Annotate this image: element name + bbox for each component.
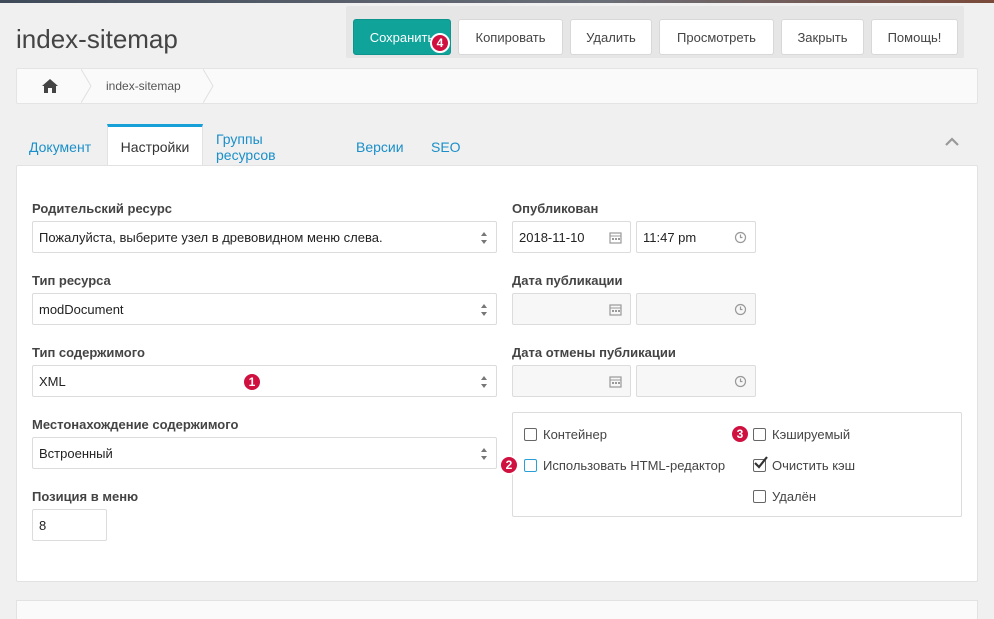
deleted-checkbox[interactable] [753,490,766,503]
cacheable-checkbox-row[interactable]: Кэшируемый [753,427,850,442]
parent-label: Родительский ресурс [32,201,172,216]
deleted-checkbox-label: Удалён [772,489,817,504]
content-type-value: XML [39,373,66,389]
unpub-time-input[interactable] [636,365,756,397]
home-icon [42,79,58,93]
pub-date-input[interactable] [512,293,631,325]
disposition-select[interactable]: Встроенный [32,437,497,469]
container-checkbox[interactable] [524,428,537,441]
pub-date-label: Дата публикации [512,273,623,288]
container-checkbox-label: Контейнер [543,427,607,442]
chevron-up-icon[interactable] [944,137,960,147]
published-time-input[interactable]: 11:47 pm [636,221,756,253]
preview-button[interactable]: Просмотреть [659,19,774,55]
calendar-icon[interactable] [609,303,622,316]
copy-button[interactable]: Копировать [458,19,563,55]
clock-icon[interactable] [734,303,747,316]
richtext-checkbox-label: Использовать HTML-редактор [543,458,726,473]
clock-icon[interactable] [734,231,747,244]
type-select[interactable]: modDocument [32,293,497,325]
tab-resource-groups[interactable]: Группы ресурсов [216,124,276,166]
menuindex-input[interactable]: 8 [32,509,107,541]
delete-button[interactable]: Удалить [570,19,652,55]
annotation-badge-1: 1 [242,372,262,392]
unpub-date-input[interactable] [512,365,631,397]
top-accent-line [0,0,994,3]
next-panel [16,600,978,619]
published-date-value: 2018-11-10 [519,229,585,245]
select-arrows-icon [481,232,487,244]
breadcrumb-separator [81,69,92,103]
unpub-date-label: Дата отмены публикации [512,345,676,360]
richtext-checkbox-row[interactable]: Использовать HTML-редактор [524,458,725,473]
select-arrows-icon [481,304,487,316]
checkmark-icon [754,456,768,469]
type-label: Тип ресурса [32,273,111,288]
richtext-checkbox[interactable] [524,459,537,472]
select-arrows-icon [481,376,487,388]
disposition-label: Местонахождение содержимого [32,417,239,432]
select-arrows-icon [481,448,487,460]
menuindex-label: Позиция в меню [32,489,139,504]
clear-cache-checkbox-row[interactable]: Очистить кэш [753,456,856,473]
tab-versions[interactable]: Версии [356,124,404,166]
published-time-value: 11:47 pm [643,229,697,245]
clear-cache-checkbox[interactable] [753,456,768,472]
breadcrumb-separator [203,69,214,103]
calendar-icon[interactable] [609,231,622,244]
clock-icon[interactable] [734,375,747,388]
annotation-badge-3: 3 [730,424,750,444]
content-type-label: Тип содержимого [32,345,145,360]
parent-value: Пожалуйста, выберите узел в древовидном … [39,229,383,245]
tab-document[interactable]: Документ [29,124,91,166]
breadcrumb-current[interactable]: index-sitemap [106,79,181,93]
type-value: modDocument [39,301,124,317]
parent-select[interactable]: Пожалуйста, выберите узел в древовидном … [32,221,497,253]
calendar-icon[interactable] [609,375,622,388]
deleted-checkbox-row[interactable]: Удалён [753,489,816,504]
pub-time-input[interactable] [636,293,756,325]
breadcrumb: index-sitemap [16,68,978,104]
published-label: Опубликован [512,201,599,216]
annotation-badge-4: 4 [430,33,450,53]
help-button[interactable]: Помощь! [871,19,958,55]
content-type-select[interactable]: XML [32,365,497,397]
cacheable-checkbox-label: Кэшируемый [772,427,851,442]
page-title: index-sitemap [16,24,178,54]
close-button[interactable]: Закрыть [781,19,864,55]
tab-seo[interactable]: SEO [431,124,461,166]
disposition-value: Встроенный [39,445,113,461]
clear-cache-checkbox-label: Очистить кэш [772,458,856,473]
cacheable-checkbox[interactable] [753,428,766,441]
tab-settings[interactable]: Настройки [107,124,203,166]
annotation-badge-2: 2 [499,455,519,475]
published-date-input[interactable]: 2018-11-10 [512,221,631,253]
breadcrumb-home[interactable] [17,69,83,103]
container-checkbox-row[interactable]: Контейнер [524,427,607,442]
